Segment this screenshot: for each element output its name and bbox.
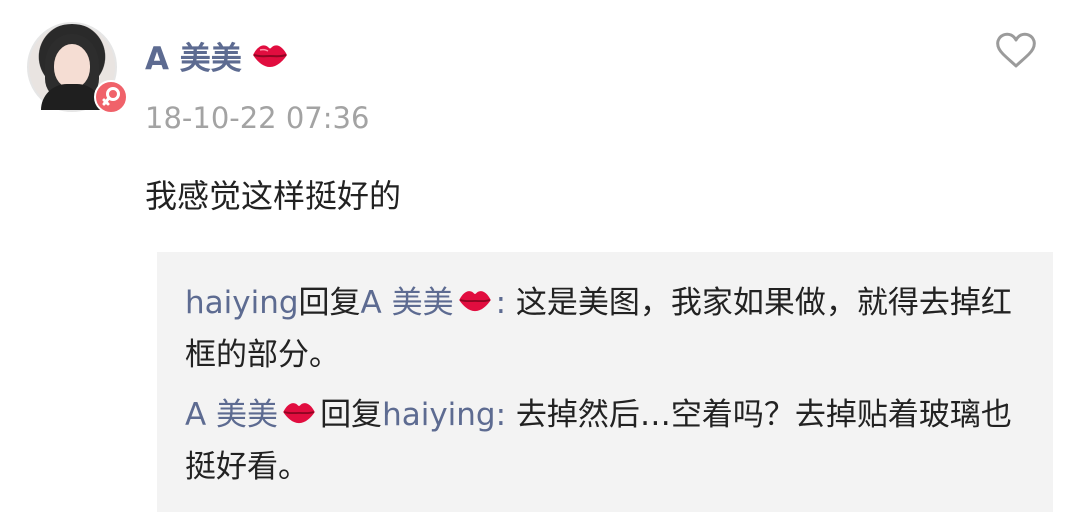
comment-author-name: A 美美 [145, 41, 242, 77]
reply-to-user[interactable]: A 美美 [361, 285, 454, 321]
female-icon [94, 80, 128, 114]
reply-colon: : [495, 397, 507, 433]
comment-timestamp: 18-10-22 07:36 [145, 101, 370, 135]
reply-from-user[interactable]: haiying [185, 285, 299, 321]
reply-to-user[interactable]: haiying [382, 397, 496, 433]
kiss-mark-icon [280, 390, 318, 440]
reply-keyword: 回复 [298, 285, 361, 321]
kiss-mark-icon [456, 278, 494, 328]
reply-from-user[interactable]: A 美美 [185, 397, 278, 433]
heart-outline-icon[interactable] [995, 31, 1037, 69]
reply-colon: : [495, 285, 507, 321]
reply-keyword: 回复 [320, 397, 383, 433]
reply-item[interactable]: haiying回复A 美美: 这是美图，我家如果做，就得去掉红框的部分。 [185, 278, 1025, 380]
avatar-face [54, 44, 90, 88]
reply-item[interactable]: A 美美 回复haiying: 去掉然后…空着吗？去掉贴着玻璃也挺好看。 [185, 390, 1025, 492]
comment-author[interactable]: A 美美 [145, 39, 290, 79]
comment-text: 我感觉这样挺好的 [145, 177, 402, 215]
reply-thread: haiying回复A 美美: 这是美图，我家如果做，就得去掉红框的部分。 A 美… [157, 252, 1053, 512]
kiss-mark-icon [250, 39, 290, 79]
